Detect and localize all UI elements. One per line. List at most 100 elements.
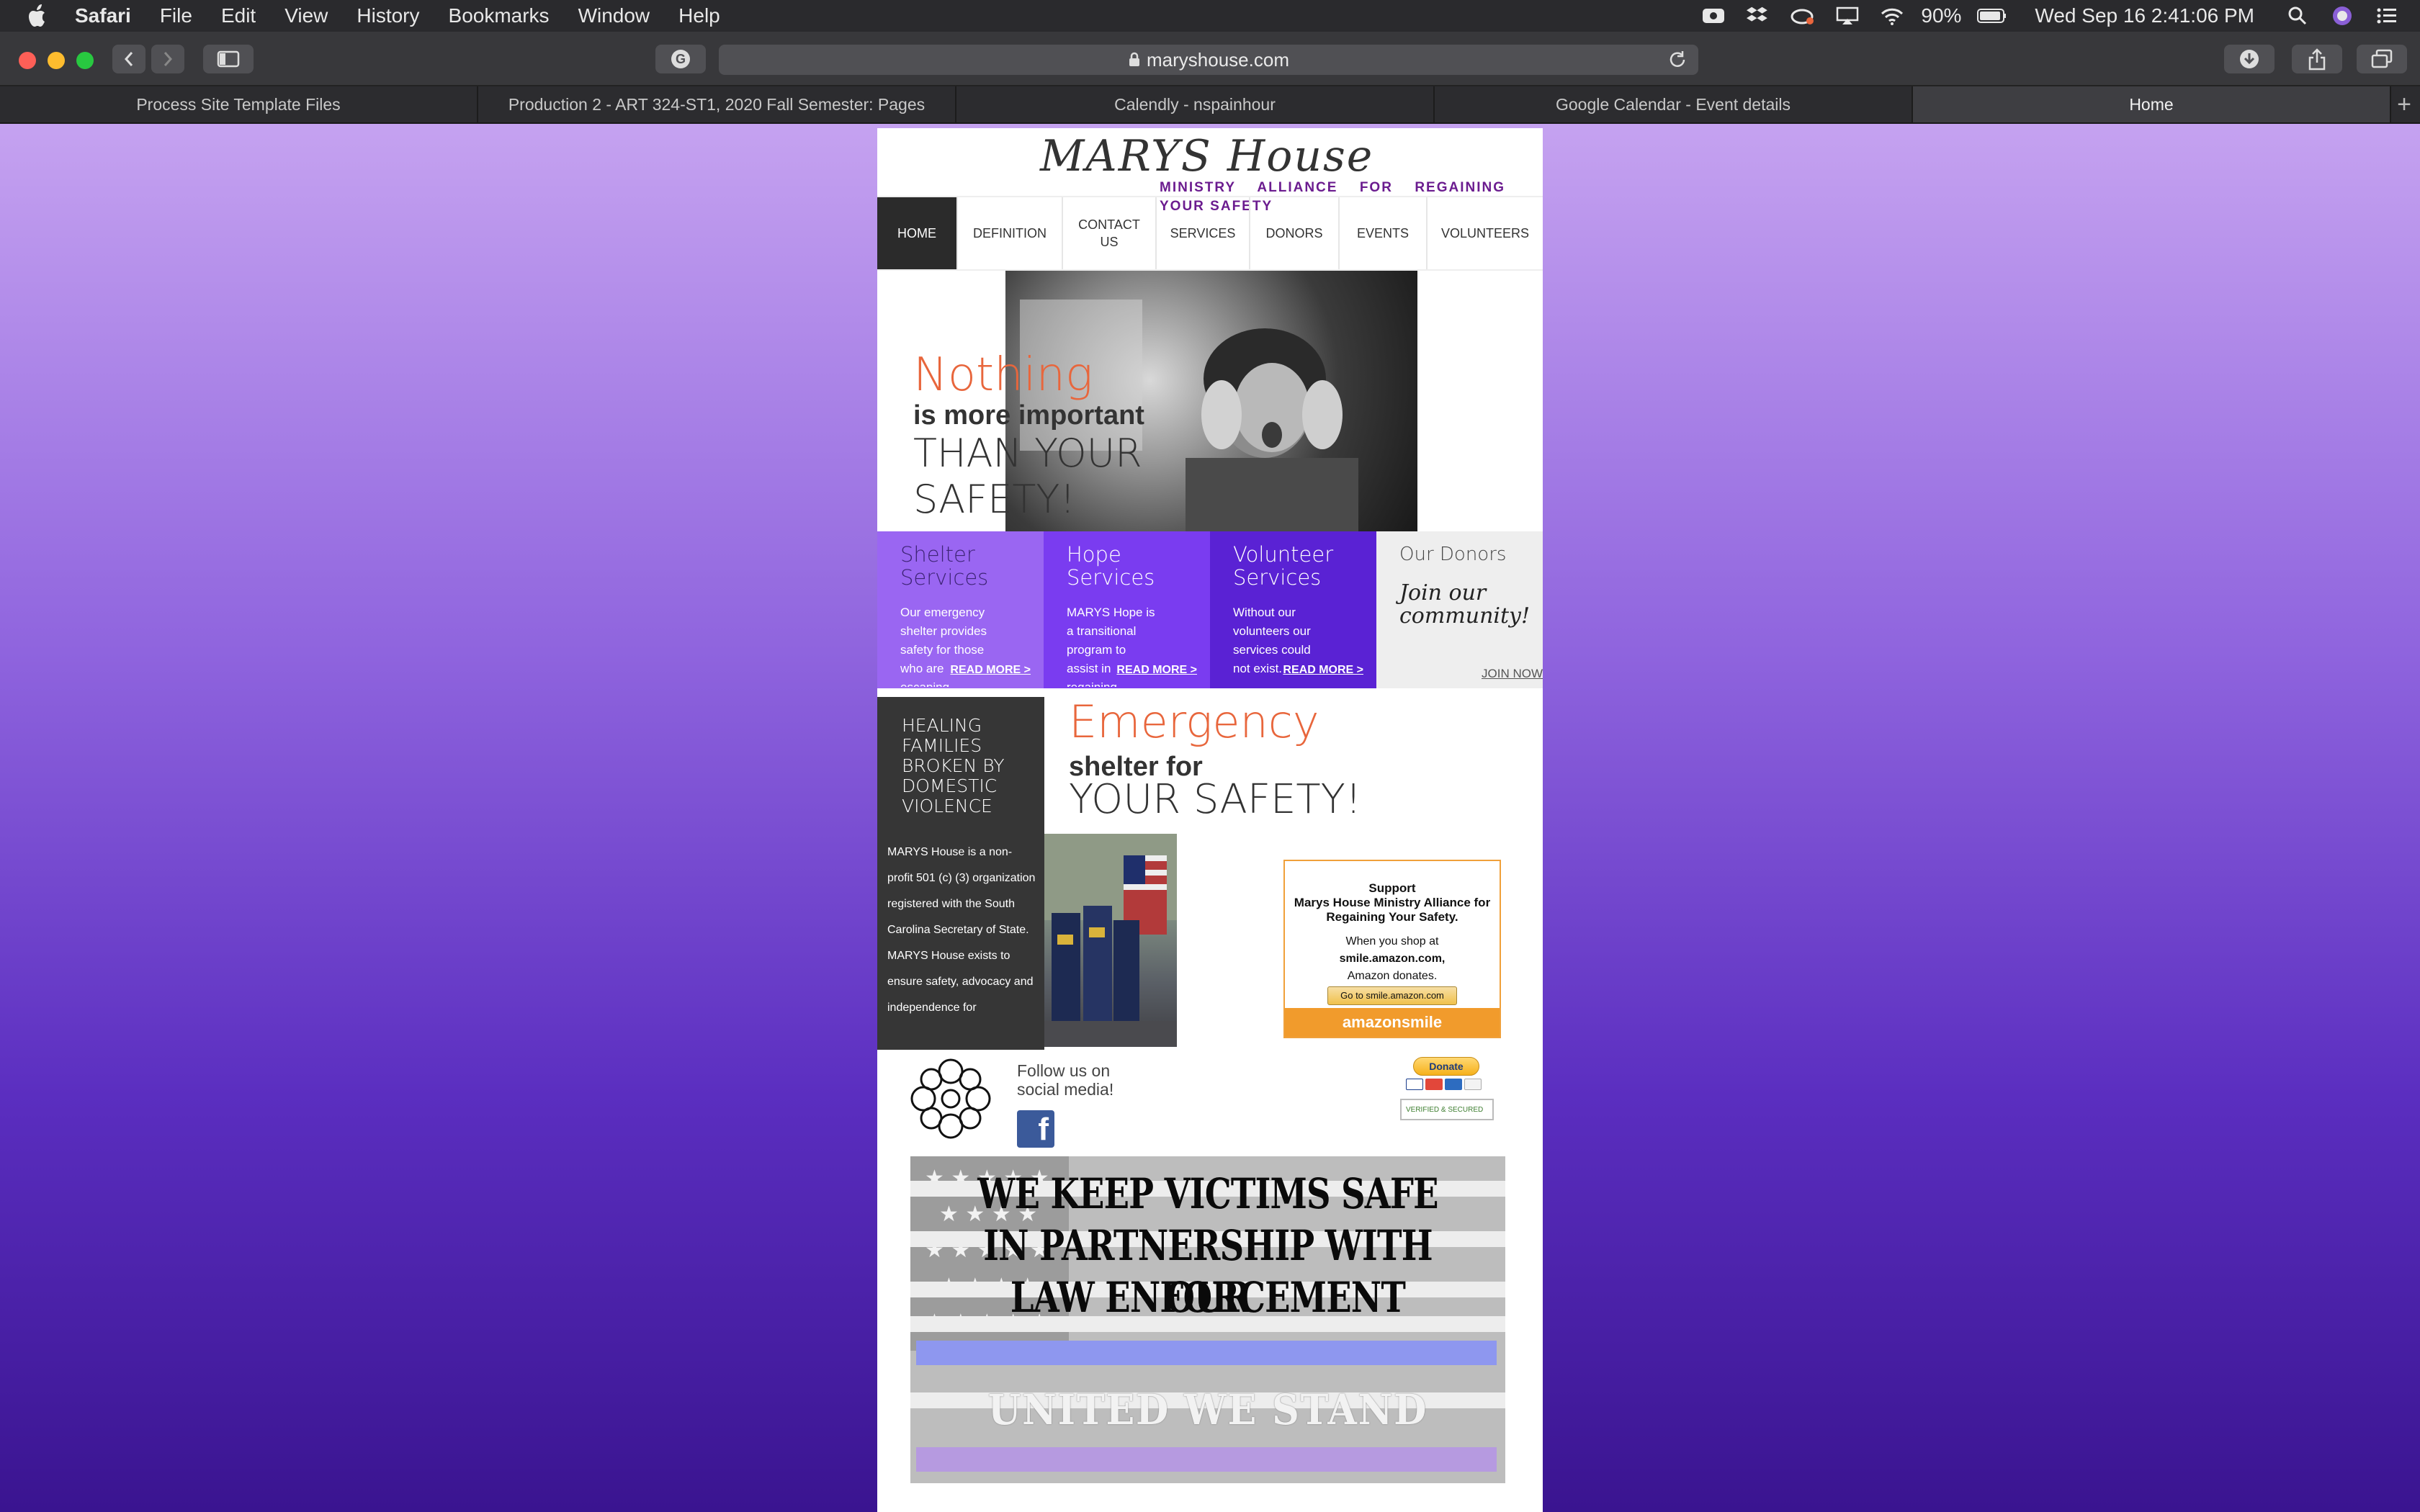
new-tab-button[interactable]: + bbox=[2391, 86, 2417, 122]
share-icon[interactable] bbox=[2292, 45, 2342, 73]
grammarly-extension-icon[interactable]: G bbox=[655, 45, 706, 73]
tab-process-site-template-files[interactable]: Process Site Template Files bbox=[0, 86, 478, 122]
donate-button[interactable]: Donate bbox=[1413, 1057, 1479, 1076]
site-page: MARYS House MINISTRY ALLIANCE FOR REGAIN… bbox=[877, 128, 1543, 1512]
menu-window[interactable]: Window bbox=[578, 4, 650, 27]
facebook-icon[interactable]: f bbox=[1017, 1110, 1054, 1148]
spotlight-search-icon[interactable] bbox=[2283, 5, 2312, 27]
hero-heading-safety-word: SAFETY! bbox=[913, 477, 1076, 522]
menu-app-safari[interactable]: Safari bbox=[75, 4, 131, 27]
healing-text: MARYS House is a non-profit 501 (c) (3) … bbox=[887, 846, 1036, 1014]
amazon-shop-text: When you shop at smile.amazon.com, Amazo… bbox=[1285, 933, 1500, 985]
close-window-button[interactable] bbox=[19, 52, 36, 69]
minimize-window-button[interactable] bbox=[48, 52, 65, 69]
tab-home[interactable]: Home bbox=[1913, 86, 2391, 122]
reload-icon[interactable] bbox=[1667, 49, 1688, 76]
menu-bar: Safari File Edit View History Bookmarks … bbox=[0, 0, 2420, 32]
emergency-your-safety: YOUR SAFETY! bbox=[1069, 776, 1362, 823]
paypal-donate: Donate VERIFIED & SECURED bbox=[1400, 1057, 1494, 1120]
purple-stripe bbox=[916, 1447, 1497, 1472]
hero-heading-more-important: is more important bbox=[913, 400, 1144, 431]
amazon-shop-line3: Amazon donates. bbox=[1347, 970, 1438, 982]
nav-contact-us[interactable]: CONTACT US bbox=[1063, 197, 1157, 269]
notification-center-icon[interactable] bbox=[2372, 5, 2401, 27]
wifi-icon[interactable] bbox=[1878, 5, 1906, 27]
services-row: Shelter Services Our emergency shelter p… bbox=[877, 531, 1543, 693]
menu-file[interactable]: File bbox=[160, 4, 192, 27]
nav-home[interactable]: HOME bbox=[877, 197, 958, 269]
hero-heading-than-your: THAN YOUR bbox=[913, 431, 1142, 476]
amazon-shop-line1: When you shop at bbox=[1345, 935, 1439, 948]
battery-icon[interactable] bbox=[1977, 5, 2007, 27]
siri-icon[interactable] bbox=[2328, 5, 2357, 27]
nav-volunteers[interactable]: VOLUNTEERS bbox=[1428, 197, 1543, 269]
nav-events[interactable]: EVENTS bbox=[1340, 197, 1428, 269]
amex-card-icon bbox=[1445, 1079, 1462, 1090]
menu-help[interactable]: Help bbox=[678, 4, 720, 27]
box-title: Hope Services bbox=[1067, 542, 1155, 590]
go-to-smile-button[interactable]: Go to smile.amazon.com bbox=[1327, 986, 1457, 1005]
main-nav: HOME DEFINITION CONTACT US SERVICES DONO… bbox=[877, 196, 1543, 271]
hero-heading-safety: THAN YOUR SAFETY! bbox=[913, 431, 1142, 523]
sidebar-toggle-button[interactable] bbox=[203, 45, 254, 73]
flower-ornament-icon bbox=[910, 1058, 991, 1139]
read-more-link[interactable]: READ MORE > bbox=[950, 664, 1031, 677]
thin-blue-line-stripe bbox=[916, 1341, 1497, 1365]
tab-overview-icon[interactable] bbox=[2357, 45, 2407, 73]
amazon-smile-logo[interactable]: amazonsmile bbox=[1285, 1008, 1500, 1037]
svg-text:G: G bbox=[676, 52, 686, 66]
tab-production-2[interactable]: Production 2 - ART 324-ST1, 2020 Fall Se… bbox=[478, 86, 956, 122]
healing-heading: HEALING FAMILIES BROKEN BY DOMESTIC VIOL… bbox=[902, 715, 1005, 816]
banner-line-1: WE KEEP VICTIMS SAFE bbox=[977, 1169, 1438, 1218]
hero-heading-nothing: Nothing bbox=[913, 348, 1093, 402]
lock-icon bbox=[1128, 52, 1141, 68]
clock[interactable]: Wed Sep 16 2:41:06 PM bbox=[2035, 4, 2254, 27]
creative-cloud-icon[interactable] bbox=[1788, 5, 1817, 27]
tab-calendly[interactable]: Calendly - nspainhour bbox=[956, 86, 1435, 122]
card-logos bbox=[1406, 1079, 1494, 1090]
menu-view[interactable]: View bbox=[284, 4, 328, 27]
hope-services-box: Hope Services MARYS Hope is a transition… bbox=[1044, 531, 1210, 688]
downloads-icon[interactable] bbox=[2224, 45, 2275, 73]
airplay-icon[interactable] bbox=[1833, 5, 1862, 27]
discover-card-icon bbox=[1464, 1079, 1482, 1090]
zoom-window-button[interactable] bbox=[76, 52, 94, 69]
battery-percent: 90% bbox=[1921, 4, 1962, 27]
join-now-link[interactable]: JOIN NOW bbox=[1482, 667, 1543, 681]
box-title: Shelter Services bbox=[900, 542, 989, 590]
banner-line-3: LAW ENFORCEMENT bbox=[1010, 1273, 1406, 1322]
emergency-heading: Emergency bbox=[1069, 696, 1319, 748]
healing-families-panel: HEALING FAMILIES BROKEN BY DOMESTIC VIOL… bbox=[877, 697, 1044, 1050]
join-community-script: Join our community! bbox=[1399, 580, 1531, 629]
dropbox-icon[interactable] bbox=[1744, 5, 1773, 27]
tab-google-calendar[interactable]: Google Calendar - Event details bbox=[1435, 86, 1913, 122]
box-title: Volunteer Services bbox=[1233, 542, 1334, 590]
law-enforcement-banner: ★ ★ ★ ★ ★ ★ ★ ★ ★ ★ ★ ★ ★ ★ ★ ★ ★ ★ ★ ★ … bbox=[910, 1156, 1505, 1483]
menu-bookmarks[interactable]: Bookmarks bbox=[449, 4, 550, 27]
read-more-link[interactable]: READ MORE > bbox=[1283, 664, 1363, 677]
url-text: maryshouse.com bbox=[1147, 48, 1289, 71]
video-camera-icon[interactable] bbox=[1699, 5, 1728, 27]
verified-secured-badge: VERIFIED & SECURED bbox=[1400, 1099, 1494, 1120]
banner-united-we-stand: UNITED WE STAND bbox=[987, 1385, 1428, 1434]
nav-services[interactable]: SERVICES bbox=[1157, 197, 1250, 269]
address-bar[interactable]: maryshouse.com bbox=[719, 45, 1698, 75]
amazon-support: Support bbox=[1368, 881, 1416, 895]
site-logo[interactable]: MARYS House bbox=[1040, 131, 1373, 181]
menu-history[interactable]: History bbox=[357, 4, 419, 27]
amazon-shop-line2: smile.amazon.com, bbox=[1339, 953, 1446, 965]
back-button[interactable] bbox=[112, 45, 145, 73]
amazon-smile-widget: Support Marys House Ministry Alliance fo… bbox=[1283, 860, 1501, 1038]
browser-toolbar: G maryshouse.com bbox=[0, 32, 2420, 86]
forward-button[interactable] bbox=[151, 45, 184, 73]
read-more-link[interactable]: READ MORE > bbox=[1116, 664, 1197, 677]
nav-definition[interactable]: DEFINITION bbox=[958, 197, 1063, 269]
amazon-org-name: Marys House Ministry Alliance for Regain… bbox=[1294, 896, 1491, 924]
volunteer-services-box: Volunteer Services Without our volunteer… bbox=[1210, 531, 1376, 688]
visa-card-icon bbox=[1406, 1079, 1423, 1090]
nav-donors[interactable]: DONORS bbox=[1250, 197, 1340, 269]
our-donors-box: Our Donors Join our community! JOIN NOW bbox=[1376, 531, 1543, 688]
menu-edit[interactable]: Edit bbox=[221, 4, 256, 27]
apple-menu-icon[interactable] bbox=[27, 1, 52, 30]
web-viewport: MARYS House MINISTRY ALLIANCE FOR REGAIN… bbox=[0, 124, 2420, 1512]
